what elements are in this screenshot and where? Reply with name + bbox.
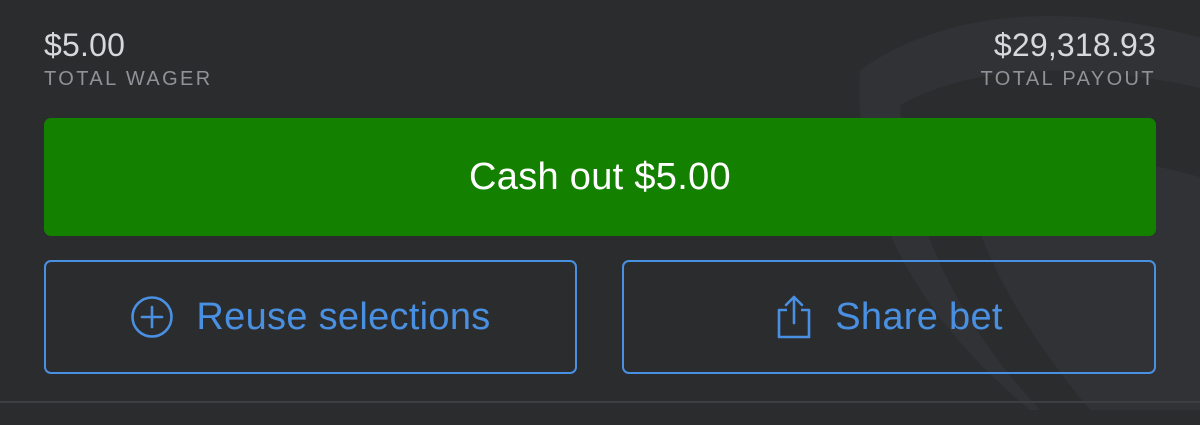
plus-circle-icon (130, 295, 174, 339)
totals-row: $5.00 TOTAL WAGER $29,318.93 TOTAL PAYOU… (44, 26, 1156, 98)
share-bet-button[interactable]: Share bet (622, 260, 1156, 374)
total-wager: $5.00 TOTAL WAGER (44, 26, 213, 92)
share-bet-label: Share bet (835, 295, 1003, 338)
total-payout: $29,318.93 TOTAL PAYOUT (981, 26, 1157, 92)
reuse-selections-button[interactable]: Reuse selections (44, 260, 577, 374)
cash-out-button[interactable]: Cash out $5.00 (44, 118, 1156, 236)
share-icon (775, 294, 813, 340)
bottom-divider (0, 401, 1200, 403)
total-wager-label: TOTAL WAGER (44, 68, 213, 90)
cash-out-label: Cash out $5.00 (469, 155, 731, 198)
reuse-selections-label: Reuse selections (196, 295, 491, 338)
total-wager-amount: $5.00 (44, 27, 126, 63)
total-payout-amount: $29,318.93 (993, 27, 1156, 63)
total-payout-label: TOTAL PAYOUT (980, 68, 1156, 90)
